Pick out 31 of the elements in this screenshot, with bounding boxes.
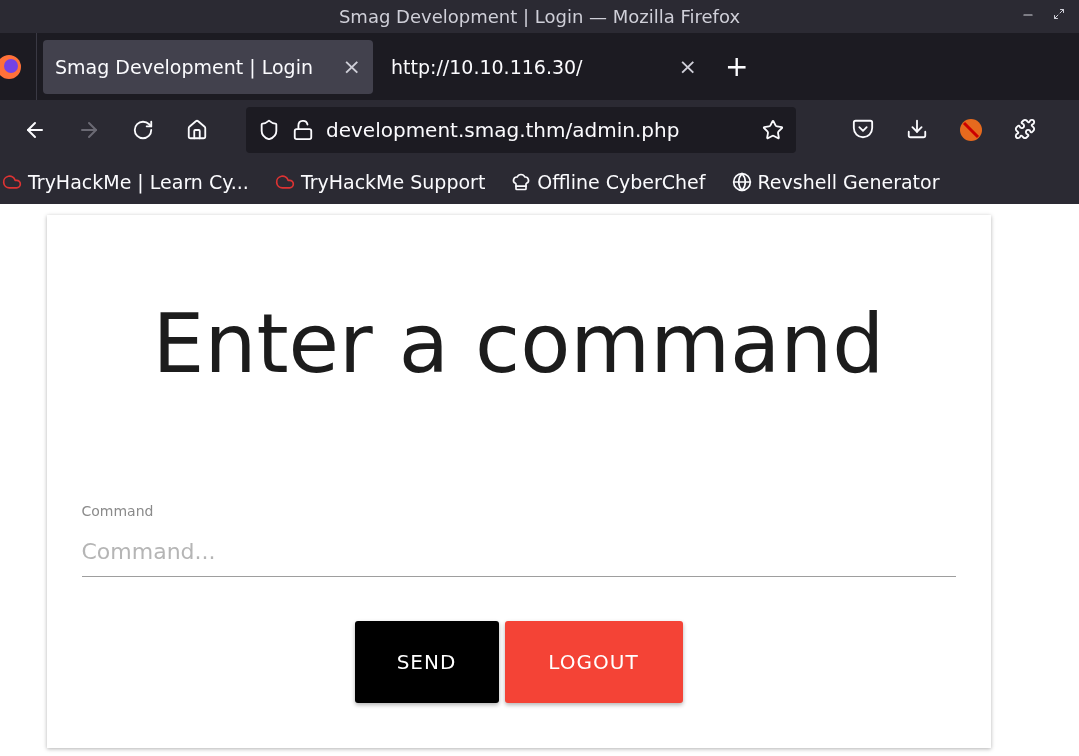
bookmark-link[interactable]: TryHackMe | Learn Cy... bbox=[28, 171, 249, 193]
window-title: Smag Development | Login — Mozilla Firefox bbox=[338, 6, 741, 27]
cloud-icon bbox=[274, 172, 295, 192]
close-tab-button[interactable]: × bbox=[342, 54, 361, 79]
field-label: Command bbox=[81, 503, 155, 519]
address-bar[interactable]: development.smag.thm/admin.php bbox=[246, 107, 796, 153]
tab-title: Smag Development | Login bbox=[55, 55, 313, 78]
globe-icon bbox=[731, 172, 752, 192]
cloud-icon bbox=[2, 172, 22, 192]
close-tab-button[interactable]: × bbox=[678, 54, 697, 79]
bookmark-link[interactable]: Revshell Generator bbox=[757, 171, 940, 193]
bookmark-link[interactable]: Offline CyberChef bbox=[537, 171, 706, 193]
maximize-icon[interactable] bbox=[1053, 8, 1065, 20]
page-heading: Enter a command bbox=[151, 303, 886, 385]
bookmark-link[interactable]: TryHackMe Support bbox=[300, 171, 486, 193]
pocket-icon[interactable] bbox=[852, 118, 874, 140]
tab-title: http://10.10.116.30/ bbox=[391, 55, 583, 78]
reload-icon[interactable] bbox=[132, 119, 154, 141]
logout-button[interactable]: LOGOUT bbox=[504, 621, 683, 703]
shield-icon[interactable] bbox=[258, 119, 280, 141]
new-tab-button[interactable]: + bbox=[725, 50, 749, 83]
send-button[interactable]: SEND bbox=[354, 621, 499, 703]
browser-tab[interactable]: Smag Development | Login × bbox=[43, 39, 373, 94]
home-icon[interactable] bbox=[186, 119, 208, 141]
chef-hat-icon bbox=[511, 172, 532, 192]
download-icon[interactable] bbox=[906, 118, 928, 140]
insecure-lock-icon[interactable] bbox=[292, 119, 314, 141]
url-text: development.smag.thm/admin.php bbox=[326, 118, 681, 142]
bookmark-star-icon[interactable] bbox=[762, 119, 784, 141]
browser-tab[interactable]: http://10.10.116.30/ × bbox=[379, 39, 709, 94]
extensions-icon[interactable] bbox=[1014, 118, 1036, 140]
